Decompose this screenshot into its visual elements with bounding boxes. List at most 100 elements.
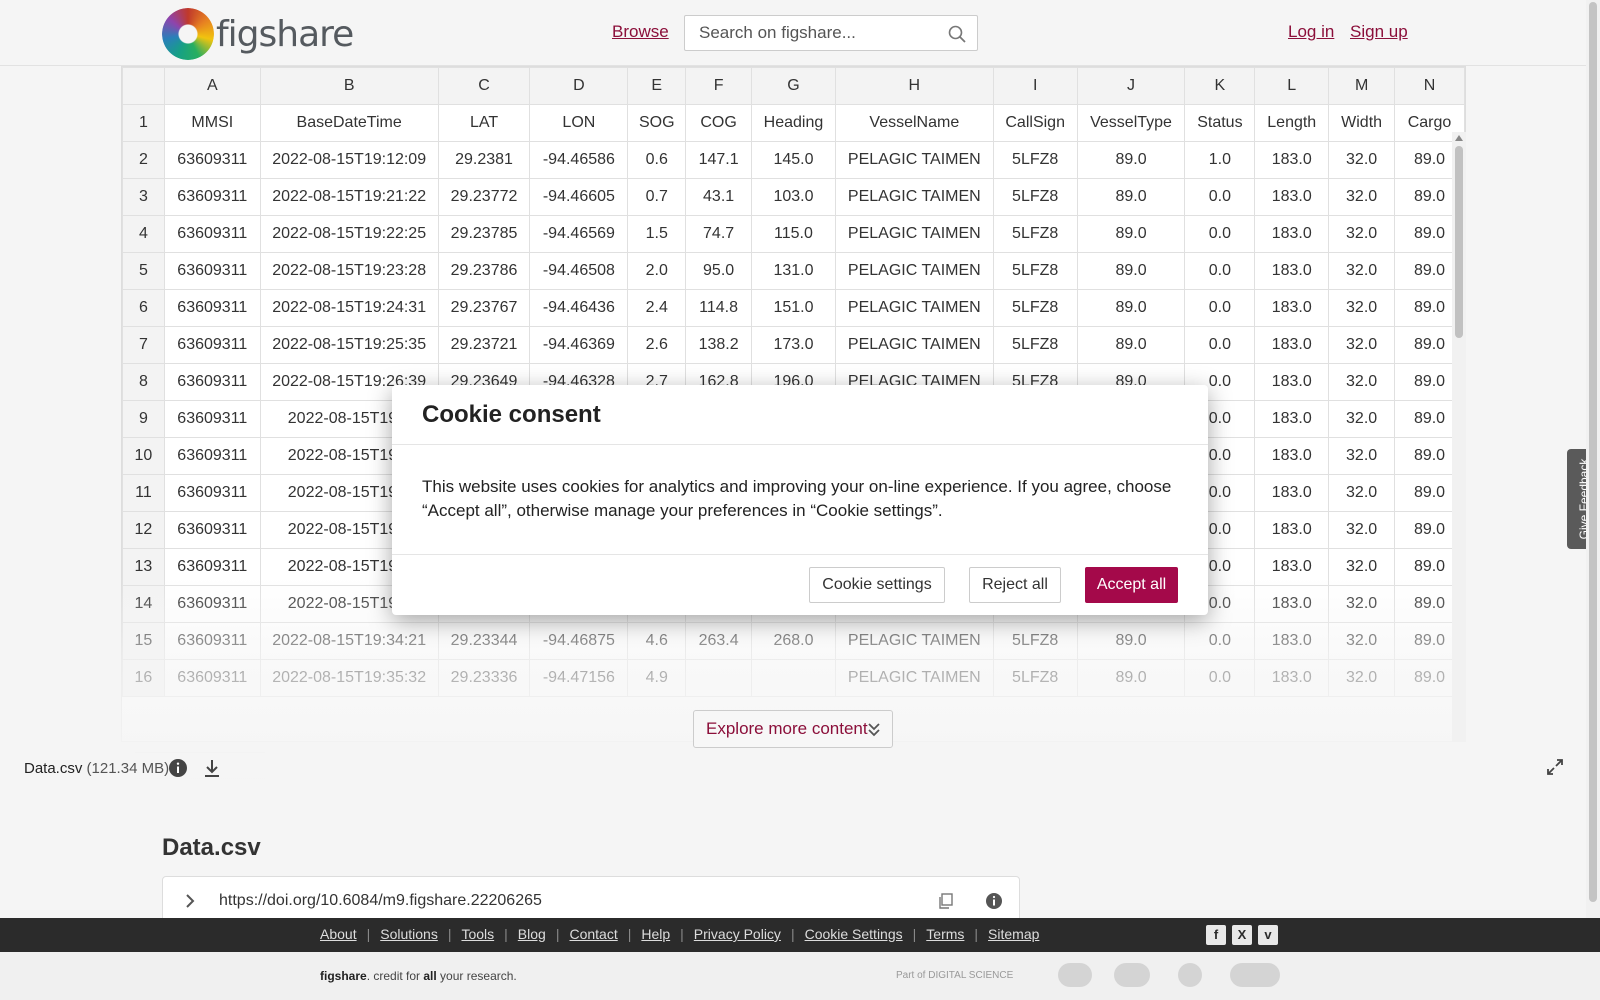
table-cell[interactable]: 29.23336 xyxy=(437,659,531,697)
reject-all-button[interactable]: Reject all xyxy=(969,567,1061,603)
field-name-cell[interactable]: SOG xyxy=(627,104,687,142)
table-cell[interactable]: 5LFZ8 xyxy=(992,289,1078,327)
table-cell[interactable]: 29.23767 xyxy=(437,289,531,327)
table-cell[interactable]: 63609311 xyxy=(163,400,261,438)
field-name-cell[interactable]: Status xyxy=(1184,104,1256,142)
table-cell[interactable]: 183.0 xyxy=(1254,659,1330,697)
table-cell[interactable]: 89.0 xyxy=(1076,252,1186,290)
login-link[interactable]: Log in xyxy=(1288,22,1334,42)
footer-link[interactable]: Blog xyxy=(518,926,546,942)
sheet-scrollbar[interactable] xyxy=(1452,132,1466,742)
table-cell[interactable]: 183.0 xyxy=(1254,474,1330,512)
table-cell[interactable]: 5LFZ8 xyxy=(992,252,1078,290)
fullscreen-icon[interactable] xyxy=(1546,758,1564,776)
signup-link[interactable]: Sign up xyxy=(1350,22,1408,42)
info-icon[interactable] xyxy=(168,758,188,778)
row-header-cell[interactable]: 1 xyxy=(122,104,165,142)
field-name-cell[interactable]: VesselName xyxy=(834,104,994,142)
table-cell[interactable]: 2022-08-15T19:21:22 xyxy=(259,178,439,216)
table-cell[interactable] xyxy=(751,659,836,697)
vimeo-icon[interactable]: v xyxy=(1258,925,1278,945)
table-cell[interactable]: 74.7 xyxy=(685,215,753,253)
table-cell[interactable]: 138.2 xyxy=(685,326,753,364)
field-name-cell[interactable]: BaseDateTime xyxy=(259,104,439,142)
table-cell[interactable]: -94.46369 xyxy=(529,326,629,364)
table-cell[interactable]: 29.23786 xyxy=(437,252,531,290)
row-header-cell[interactable]: 8 xyxy=(122,363,165,401)
table-cell[interactable]: -94.46569 xyxy=(529,215,629,253)
column-header-cell[interactable]: F xyxy=(685,67,753,105)
table-cell[interactable]: -94.46875 xyxy=(529,622,629,660)
table-cell[interactable]: 2022-08-15T19:12:09 xyxy=(259,141,439,179)
field-name-cell[interactable]: Heading xyxy=(751,104,836,142)
table-cell[interactable]: 2022-08-15T19:34:21 xyxy=(259,622,439,660)
column-header-cell[interactable]: I xyxy=(992,67,1078,105)
table-cell[interactable]: 0.6 xyxy=(627,141,687,179)
table-cell[interactable]: 63609311 xyxy=(163,474,261,512)
row-header-cell[interactable]: 10 xyxy=(122,437,165,475)
footer-link[interactable]: Contact xyxy=(569,926,617,942)
partner-logo-icon[interactable] xyxy=(1178,963,1202,987)
table-cell[interactable]: 183.0 xyxy=(1254,548,1330,586)
table-cell[interactable]: 0.0 xyxy=(1184,252,1256,290)
search-input[interactable] xyxy=(685,16,935,50)
table-cell[interactable]: 32.0 xyxy=(1328,363,1396,401)
table-cell[interactable]: 32.0 xyxy=(1328,659,1396,697)
search-icon[interactable] xyxy=(947,24,967,44)
table-cell[interactable]: 115.0 xyxy=(751,215,836,253)
table-cell[interactable]: PELAGIC TAIMEN xyxy=(834,622,994,660)
table-cell[interactable]: 32.0 xyxy=(1328,622,1396,660)
table-cell[interactable]: 89.0 xyxy=(1076,141,1186,179)
table-cell[interactable]: 63609311 xyxy=(163,511,261,549)
table-cell[interactable]: 2022-08-15T19:23:28 xyxy=(259,252,439,290)
table-cell[interactable]: 5LFZ8 xyxy=(992,659,1078,697)
table-cell[interactable]: 103.0 xyxy=(751,178,836,216)
footer-link[interactable]: Help xyxy=(641,926,670,942)
row-header-cell[interactable]: 12 xyxy=(122,511,165,549)
accept-all-button[interactable]: Accept all xyxy=(1085,567,1178,603)
table-cell[interactable]: 131.0 xyxy=(751,252,836,290)
table-cell[interactable]: 1.5 xyxy=(627,215,687,253)
table-cell[interactable]: 0.0 xyxy=(1184,659,1256,697)
table-cell[interactable] xyxy=(685,659,753,697)
browse-link[interactable]: Browse xyxy=(612,22,669,42)
table-cell[interactable]: -94.46508 xyxy=(529,252,629,290)
row-header-cell[interactable]: 7 xyxy=(122,326,165,364)
page-scrollbar[interactable] xyxy=(1586,0,1600,918)
sheet-scroll-thumb[interactable] xyxy=(1455,146,1463,338)
field-name-cell[interactable]: MMSI xyxy=(163,104,261,142)
footer-link[interactable]: Terms xyxy=(926,926,964,942)
row-header-cell[interactable]: 14 xyxy=(122,585,165,623)
table-cell[interactable]: 89.0 xyxy=(1076,622,1186,660)
table-cell[interactable]: 32.0 xyxy=(1328,585,1396,623)
table-cell[interactable]: PELAGIC TAIMEN xyxy=(834,289,994,327)
x-twitter-icon[interactable]: X xyxy=(1232,925,1252,945)
table-cell[interactable]: 183.0 xyxy=(1254,215,1330,253)
column-header-cell[interactable]: H xyxy=(834,67,994,105)
table-cell[interactable]: 32.0 xyxy=(1328,141,1396,179)
table-cell[interactable]: 63609311 xyxy=(163,252,261,290)
table-cell[interactable]: 32.0 xyxy=(1328,400,1396,438)
table-cell[interactable]: 183.0 xyxy=(1254,585,1330,623)
row-header-cell[interactable]: 11 xyxy=(122,474,165,512)
table-cell[interactable]: 183.0 xyxy=(1254,511,1330,549)
table-cell[interactable]: 89.0 xyxy=(1076,659,1186,697)
table-cell[interactable]: 2022-08-15T19:24:31 xyxy=(259,289,439,327)
table-cell[interactable]: 4.6 xyxy=(627,622,687,660)
table-cell[interactable]: 63609311 xyxy=(163,585,261,623)
chevron-right-icon[interactable] xyxy=(183,893,197,909)
table-cell[interactable]: 2022-08-15T19:25:35 xyxy=(259,326,439,364)
table-cell[interactable]: 2022-08-15T19:22:25 xyxy=(259,215,439,253)
table-cell[interactable]: 0.0 xyxy=(1184,178,1256,216)
field-name-cell[interactable]: CallSign xyxy=(992,104,1078,142)
table-cell[interactable]: 89.0 xyxy=(1076,215,1186,253)
table-cell[interactable]: 4.9 xyxy=(627,659,687,697)
open-access-logo-icon[interactable] xyxy=(1230,963,1280,987)
table-cell[interactable]: 2022-08-15T19:35:32 xyxy=(259,659,439,697)
table-cell[interactable]: 183.0 xyxy=(1254,141,1330,179)
table-cell[interactable]: 63609311 xyxy=(163,548,261,586)
table-cell[interactable]: 0.0 xyxy=(1184,326,1256,364)
table-cell[interactable]: -94.46586 xyxy=(529,141,629,179)
table-cell[interactable]: 2.4 xyxy=(627,289,687,327)
table-cell[interactable]: 95.0 xyxy=(685,252,753,290)
